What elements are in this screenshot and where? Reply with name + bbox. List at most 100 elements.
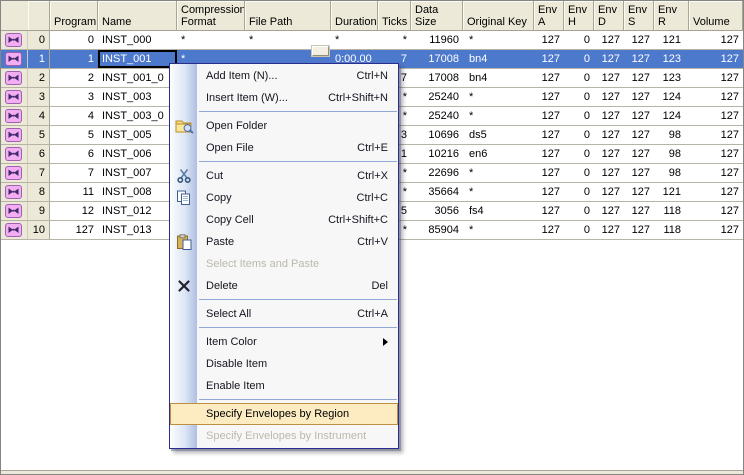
cell-original_key[interactable]: bn4 (463, 69, 534, 87)
active-cell-name[interactable]: INST_001 (98, 50, 177, 68)
row-header-3[interactable]: 3 (28, 88, 50, 106)
cell-env_s[interactable]: 127 (624, 164, 654, 182)
table-row-0[interactable]: 00INST_000****11960*1270127127121127 (1, 31, 743, 50)
row-header-8[interactable]: 8 (28, 183, 50, 201)
cell-volume[interactable]: 127 (689, 69, 743, 87)
row-header-10[interactable]: 10 (28, 221, 50, 239)
cell-program[interactable]: 11 (50, 183, 98, 201)
cell-program[interactable]: 3 (50, 88, 98, 106)
cell-env_h[interactable]: 0 (564, 126, 594, 144)
cell-name[interactable]: INST_003 (98, 88, 177, 106)
cell-env_r[interactable]: 98 (654, 126, 689, 144)
cell-name[interactable]: INST_006 (98, 145, 177, 163)
menu-item-specify-envelopes-by-region[interactable]: Specify Envelopes by Region (170, 403, 398, 425)
cell-env_s[interactable]: 127 (624, 221, 654, 239)
cell-env_r[interactable]: 118 (654, 221, 689, 239)
instrument-icon[interactable] (1, 145, 28, 163)
menu-item-insert-item-w[interactable]: Insert Item (W)...Ctrl+Shift+N (170, 87, 398, 109)
cell-env_h[interactable]: 0 (564, 31, 594, 49)
column-header-volume[interactable]: Volume (689, 1, 743, 30)
menu-item-disable-item[interactable]: Disable Item (170, 353, 398, 375)
column-header-original_key[interactable]: Original Key (463, 1, 534, 30)
cell-env_a[interactable]: 127 (534, 50, 564, 68)
instrument-icon[interactable] (1, 50, 28, 68)
cell-env_s[interactable]: 127 (624, 69, 654, 87)
cell-env_h[interactable]: 0 (564, 202, 594, 220)
cell-original_key[interactable]: * (463, 31, 534, 49)
cell-env_d[interactable]: 127 (594, 31, 624, 49)
row-header-2[interactable]: 2 (28, 69, 50, 87)
cell-env_a[interactable]: 127 (534, 31, 564, 49)
cell-env_s[interactable]: 127 (624, 145, 654, 163)
column-header-env_d[interactable]: Env D (594, 1, 624, 30)
instrument-icon[interactable] (1, 126, 28, 144)
cell-data_size[interactable]: 35664 (411, 183, 463, 201)
cell-volume[interactable]: 127 (689, 164, 743, 182)
cell-env_d[interactable]: 127 (594, 145, 624, 163)
cell-env_r[interactable]: 123 (654, 50, 689, 68)
file-path-browse-button[interactable] (312, 46, 329, 56)
cell-ticks[interactable]: * (378, 31, 411, 49)
cell-data_size[interactable]: 17008 (411, 50, 463, 68)
menu-item-item-color[interactable]: Item Color (170, 331, 398, 353)
cell-data_size[interactable]: 25240 (411, 107, 463, 125)
cell-env_s[interactable]: 127 (624, 202, 654, 220)
cell-env_r[interactable]: 121 (654, 183, 689, 201)
menu-item-add-item-n[interactable]: Add Item (N)...Ctrl+N (170, 65, 398, 87)
cell-volume[interactable]: 127 (689, 202, 743, 220)
cell-volume[interactable]: 127 (689, 145, 743, 163)
cell-name[interactable]: INST_007 (98, 164, 177, 182)
cell-env_a[interactable]: 127 (534, 107, 564, 125)
cell-env_r[interactable]: 123 (654, 69, 689, 87)
cell-volume[interactable]: 127 (689, 183, 743, 201)
cell-env_r[interactable]: 98 (654, 145, 689, 163)
cell-duration[interactable]: * (331, 31, 378, 49)
cell-volume[interactable]: 127 (689, 221, 743, 239)
row-header-0[interactable]: 0 (28, 31, 50, 49)
instrument-icon[interactable] (1, 69, 28, 87)
cell-data_size[interactable]: 17008 (411, 69, 463, 87)
column-header-compression_format[interactable]: Compression Format (177, 1, 245, 30)
cell-program[interactable]: 2 (50, 69, 98, 87)
cell-env_a[interactable]: 127 (534, 126, 564, 144)
cell-env_h[interactable]: 0 (564, 164, 594, 182)
cell-env_r[interactable]: 98 (654, 164, 689, 182)
cell-env_r[interactable]: 124 (654, 107, 689, 125)
cell-env_r[interactable]: 124 (654, 88, 689, 106)
cell-env_h[interactable]: 0 (564, 50, 594, 68)
cell-name[interactable]: INST_003_0 (98, 107, 177, 125)
cell-program[interactable]: 127 (50, 221, 98, 239)
instrument-icon[interactable] (1, 31, 28, 49)
cell-env_h[interactable]: 0 (564, 145, 594, 163)
cell-env_a[interactable]: 127 (534, 145, 564, 163)
cell-name[interactable]: INST_001_0 (98, 69, 177, 87)
cell-env_s[interactable]: 127 (624, 107, 654, 125)
cell-env_a[interactable]: 127 (534, 183, 564, 201)
cell-env_h[interactable]: 0 (564, 107, 594, 125)
cell-env_h[interactable]: 0 (564, 69, 594, 87)
cell-volume[interactable]: 127 (689, 31, 743, 49)
column-header-program[interactable]: Program (50, 1, 98, 30)
cell-program[interactable]: 5 (50, 126, 98, 144)
instrument-icon[interactable] (1, 202, 28, 220)
cell-name[interactable]: INST_012 (98, 202, 177, 220)
column-header-data_size[interactable]: Data Size (411, 1, 463, 30)
cell-env_a[interactable]: 127 (534, 202, 564, 220)
cell-original_key[interactable]: fs4 (463, 202, 534, 220)
cell-original_key[interactable]: * (463, 221, 534, 239)
cell-program[interactable]: 0 (50, 31, 98, 49)
cell-env_d[interactable]: 127 (594, 164, 624, 182)
cell-data_size[interactable]: 85904 (411, 221, 463, 239)
cell-name[interactable]: INST_008 (98, 183, 177, 201)
cell-volume[interactable]: 127 (689, 126, 743, 144)
cell-original_key[interactable]: * (463, 183, 534, 201)
cell-program[interactable]: 1 (50, 50, 98, 68)
cell-data_size[interactable]: 22696 (411, 164, 463, 182)
cell-env_h[interactable]: 0 (564, 221, 594, 239)
column-header-env_h[interactable]: Env H (564, 1, 594, 30)
cell-original_key[interactable]: * (463, 164, 534, 182)
cell-volume[interactable]: 127 (689, 50, 743, 68)
column-header-name[interactable]: Name (98, 1, 177, 30)
cell-data_size[interactable]: 25240 (411, 88, 463, 106)
cell-env_a[interactable]: 127 (534, 164, 564, 182)
